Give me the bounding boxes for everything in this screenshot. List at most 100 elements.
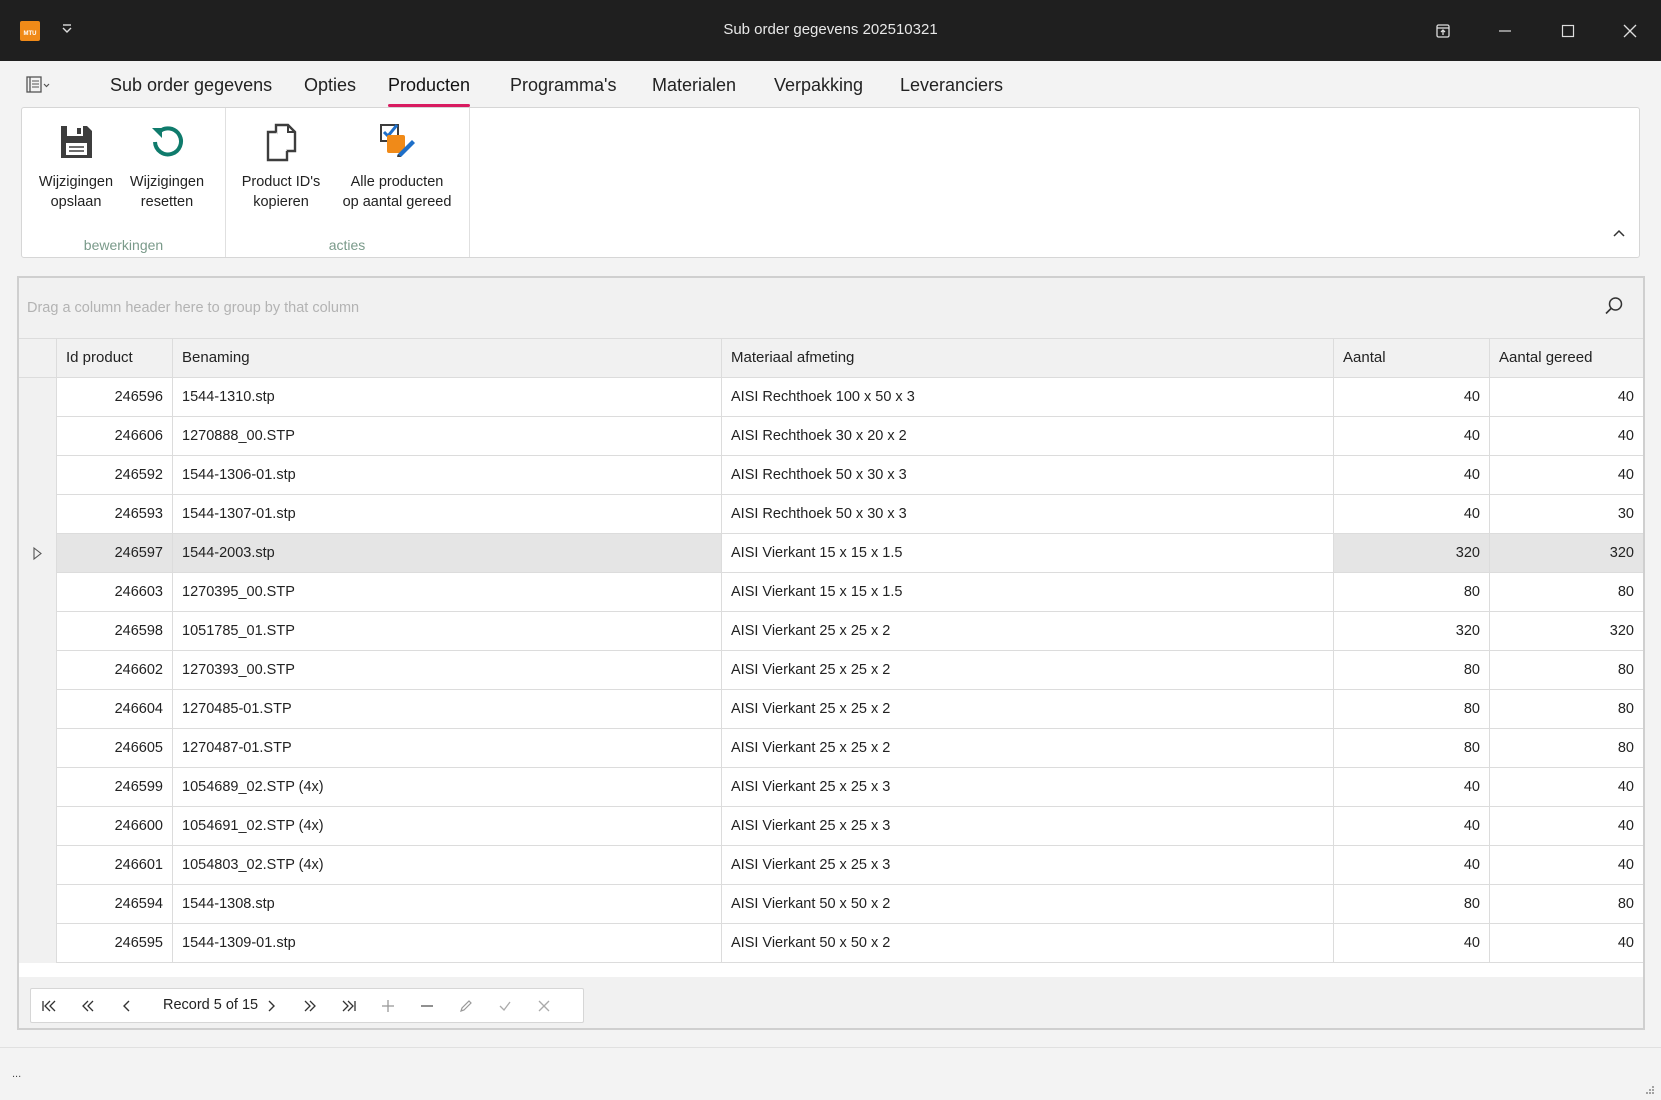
row-indicator[interactable]	[19, 885, 56, 924]
cell-id-product[interactable]: 246592	[56, 456, 172, 495]
table-row[interactable]: 246604 1270485-01.STP AISI Vierkant 25 x 2…	[19, 690, 1643, 729]
cell-benaming[interactable]: 1544-1307-01.stp	[172, 495, 721, 534]
cell-benaming[interactable]: 1544-1306-01.stp	[172, 456, 721, 495]
cell-aantal-gereed[interactable]: 40	[1489, 456, 1643, 495]
cell-id-product[interactable]: 246600	[56, 807, 172, 846]
cell-aantal-gereed[interactable]: 80	[1489, 573, 1643, 612]
cell-benaming[interactable]: 1544-1308.stp	[172, 885, 721, 924]
cell-materiaal-afmeting[interactable]: AISI Vierkant 25 x 25 x 3	[721, 807, 1333, 846]
table-row[interactable]: 246601 1054803_02.STP (4x) AISI Vierkant 2…	[19, 846, 1643, 885]
cell-materiaal-afmeting[interactable]: AISI Vierkant 25 x 25 x 2	[721, 690, 1333, 729]
tab-materialen[interactable]: Materialen	[652, 75, 736, 107]
table-row[interactable]: 246592 1544-1306-01.stp AISI Rechthoek 50 …	[19, 456, 1643, 495]
copy-product-ids-button[interactable]: Product ID's kopieren	[233, 122, 329, 212]
cell-aantal[interactable]: 40	[1333, 768, 1489, 807]
cell-aantal[interactable]: 80	[1333, 690, 1489, 729]
maximize-button[interactable]	[1553, 16, 1583, 46]
table-row[interactable]: 246594 1544-1308.stp AISI Vierkant 50 x 50…	[19, 885, 1643, 924]
cell-id-product[interactable]: 246604	[56, 690, 172, 729]
row-indicator[interactable]	[19, 768, 56, 807]
cell-benaming[interactable]: 1054691_02.STP (4x)	[172, 807, 721, 846]
table-row[interactable]: 246596 1544-1310.stp AISI Rechthoek 100 x …	[19, 378, 1643, 417]
cell-id-product[interactable]: 246594	[56, 885, 172, 924]
cell-aantal-gereed[interactable]: 40	[1489, 768, 1643, 807]
close-button[interactable]	[1615, 16, 1645, 46]
cell-id-product[interactable]: 246593	[56, 495, 172, 534]
tab-opties[interactable]: Opties	[304, 75, 356, 107]
edit-record-button[interactable]	[448, 989, 484, 1022]
group-by-panel[interactable]: Drag a column header here to group by th…	[19, 278, 1643, 339]
cell-aantal[interactable]: 80	[1333, 729, 1489, 768]
tab-programmas[interactable]: Programma's	[510, 75, 616, 107]
table-row[interactable]: 246603 1270395_00.STP AISI Vierkant 15 x 1…	[19, 573, 1643, 612]
row-indicator[interactable]	[19, 417, 56, 456]
table-row[interactable]: 246600 1054691_02.STP (4x) AISI Vierkant 2…	[19, 807, 1643, 846]
cell-id-product[interactable]: 246606	[56, 417, 172, 456]
cell-aantal[interactable]: 40	[1333, 846, 1489, 885]
row-indicator[interactable]	[19, 690, 56, 729]
cell-aantal[interactable]: 40	[1333, 456, 1489, 495]
cell-materiaal-afmeting[interactable]: AISI Rechthoek 50 x 30 x 3	[721, 495, 1333, 534]
previous-record-button[interactable]	[109, 989, 145, 1022]
all-products-done-button[interactable]: Alle producten op aantal gereed	[333, 122, 461, 212]
cell-materiaal-afmeting[interactable]: AISI Rechthoek 100 x 50 x 3	[721, 378, 1333, 417]
cell-id-product[interactable]: 246597	[56, 534, 172, 573]
cell-id-product[interactable]: 246605	[56, 729, 172, 768]
resize-grip-icon[interactable]	[1645, 1082, 1655, 1094]
table-row[interactable]: 246605 1270487-01.STP AISI Vierkant 25 x 2…	[19, 729, 1643, 768]
cell-materiaal-afmeting[interactable]: AISI Vierkant 50 x 50 x 2	[721, 924, 1333, 963]
cell-benaming[interactable]: 1544-2003.stp	[172, 534, 721, 573]
table-row[interactable]: 246598 1051785_01.STP AISI Vierkant 25 x 2…	[19, 612, 1643, 651]
table-row[interactable]: 246595 1544-1309-01.stp AISI Vierkant 50 x…	[19, 924, 1643, 963]
cell-id-product[interactable]: 246599	[56, 768, 172, 807]
cell-materiaal-afmeting[interactable]: AISI Rechthoek 30 x 20 x 2	[721, 417, 1333, 456]
cell-aantal[interactable]: 40	[1333, 417, 1489, 456]
cell-materiaal-afmeting[interactable]: AISI Rechthoek 50 x 30 x 3	[721, 456, 1333, 495]
cell-aantal-gereed[interactable]: 40	[1489, 807, 1643, 846]
cell-benaming[interactable]: 1054803_02.STP (4x)	[172, 846, 721, 885]
cell-aantal-gereed[interactable]: 40	[1489, 378, 1643, 417]
cell-materiaal-afmeting[interactable]: AISI Vierkant 25 x 25 x 2	[721, 612, 1333, 651]
cell-aantal[interactable]: 320	[1333, 534, 1489, 573]
search-button[interactable]	[1603, 295, 1625, 317]
cell-benaming[interactable]: 1051785_01.STP	[172, 612, 721, 651]
cell-aantal-gereed[interactable]: 40	[1489, 417, 1643, 456]
cell-materiaal-afmeting[interactable]: AISI Vierkant 15 x 15 x 1.5	[721, 534, 1333, 573]
row-indicator[interactable]	[19, 924, 56, 963]
cancel-changes-button[interactable]	[526, 989, 562, 1022]
row-indicator[interactable]	[19, 495, 56, 534]
row-indicator[interactable]	[19, 573, 56, 612]
row-indicator[interactable]	[19, 807, 56, 846]
next-record-button[interactable]	[253, 989, 289, 1022]
cell-materiaal-afmeting[interactable]: AISI Vierkant 25 x 25 x 3	[721, 768, 1333, 807]
remove-record-button[interactable]	[409, 989, 445, 1022]
accept-changes-button[interactable]	[487, 989, 523, 1022]
table-row[interactable]: 246602 1270393_00.STP AISI Vierkant 25 x 2…	[19, 651, 1643, 690]
cell-benaming[interactable]: 1270393_00.STP	[172, 651, 721, 690]
first-record-button[interactable]	[31, 989, 67, 1022]
column-header-id-product[interactable]: Id product	[56, 339, 172, 377]
column-header-materiaal-afmeting[interactable]: Materiaal afmeting	[721, 339, 1333, 377]
minimize-button[interactable]	[1490, 16, 1520, 46]
cell-id-product[interactable]: 246602	[56, 651, 172, 690]
last-record-button[interactable]	[331, 989, 367, 1022]
save-changes-button[interactable]: Wijzigingen opslaan	[37, 122, 115, 212]
column-header-benaming[interactable]: Benaming	[172, 339, 721, 377]
cell-id-product[interactable]: 246598	[56, 612, 172, 651]
cell-benaming[interactable]: 1054689_02.STP (4x)	[172, 768, 721, 807]
cell-aantal[interactable]: 40	[1333, 378, 1489, 417]
table-row[interactable]: 246597 1544-2003.stp AISI Vierkant 15 x 15…	[19, 534, 1643, 573]
cell-benaming[interactable]: 1544-1310.stp	[172, 378, 721, 417]
next-page-button[interactable]	[292, 989, 328, 1022]
column-header-aantal-gereed[interactable]: Aantal gereed	[1489, 339, 1643, 377]
row-indicator[interactable]	[19, 534, 56, 573]
row-indicator[interactable]	[19, 612, 56, 651]
cell-aantal[interactable]: 80	[1333, 573, 1489, 612]
column-header-aantal[interactable]: Aantal	[1333, 339, 1489, 377]
cell-id-product[interactable]: 246601	[56, 846, 172, 885]
cell-benaming[interactable]: 1270395_00.STP	[172, 573, 721, 612]
cell-id-product[interactable]: 246596	[56, 378, 172, 417]
reset-changes-button[interactable]: Wijzigingen resetten	[128, 122, 206, 212]
cell-aantal-gereed[interactable]: 40	[1489, 846, 1643, 885]
row-indicator[interactable]	[19, 651, 56, 690]
